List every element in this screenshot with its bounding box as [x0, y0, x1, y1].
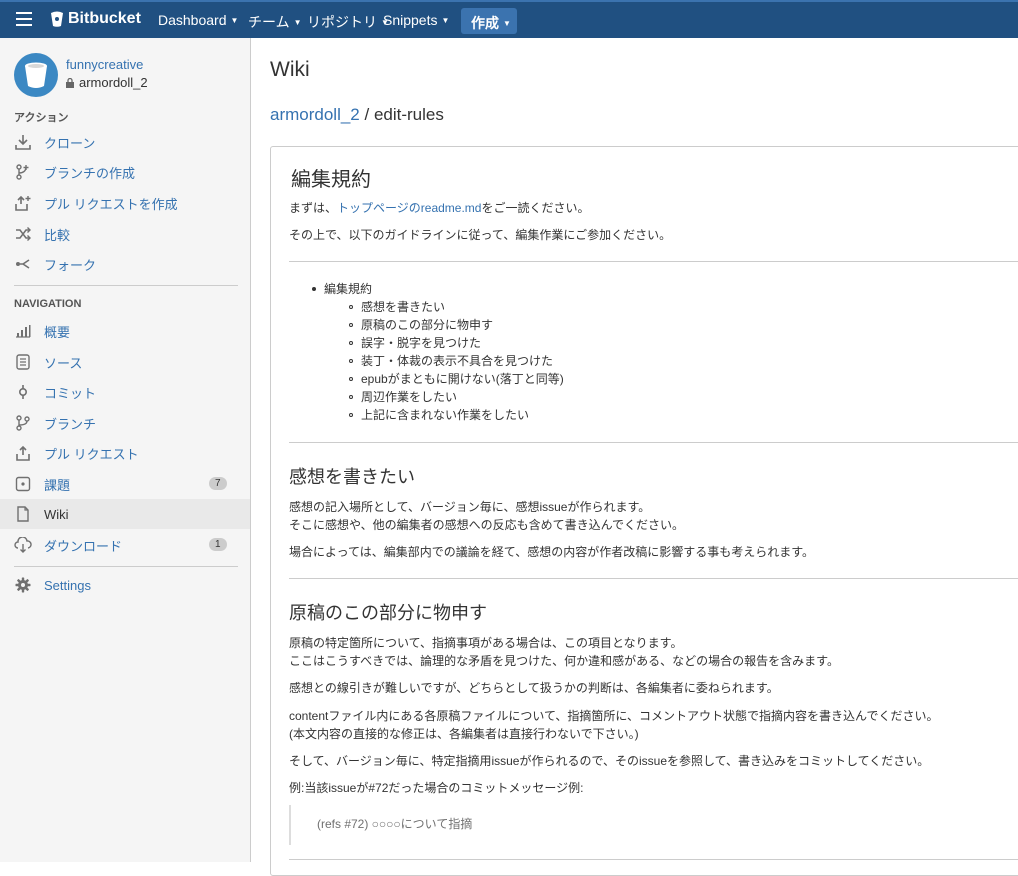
sidebar-item-settings[interactable]: Settings [0, 570, 250, 600]
doc-heading: 編集規約 [291, 169, 371, 191]
sidebar-item-clone[interactable]: クローン [0, 127, 250, 157]
section-heading-objection: 原稿のこの部分に物申す [289, 603, 487, 623]
repo-name[interactable]: armordoll_2 [66, 75, 148, 90]
bar-chart-icon [14, 322, 32, 340]
nav-team[interactable]: チーム ▼ [248, 12, 302, 32]
toc-link[interactable]: 上記に含まれない作業をしたい [361, 406, 529, 423]
sidebar-item-fork[interactable]: フォーク [0, 249, 250, 279]
issue-icon [14, 475, 32, 493]
bullet-icon [349, 323, 353, 327]
breadcrumb-page: edit-rules [373, 105, 444, 124]
nav-repository[interactable]: リポジトリ ▼ [307, 12, 389, 32]
readme-link[interactable]: トップページのreadme.md [337, 201, 481, 215]
sidebar-item-create-pull-request[interactable]: プル リクエストを作成 [0, 188, 250, 218]
section-paragraph: 場合によっては、編集部内での議論を経て、感想の内容が作者改稿に影響する事も考えら… [289, 545, 815, 559]
section-paragraph: contentファイル内にある各原稿ファイルについて、指摘箇所に、コメントアウト… [289, 709, 939, 723]
bullet-icon [349, 341, 353, 345]
issues-count-badge: 7 [209, 477, 227, 490]
section-heading-impressions: 感想を書きたい [289, 467, 415, 487]
breadcrumb: armordoll_2 / edit-rules [270, 105, 444, 125]
wiki-page-icon [14, 505, 32, 523]
menu-icon[interactable] [16, 12, 32, 26]
bullet-icon [349, 395, 353, 399]
toc-link[interactable]: 原稿のこの部分に物申す [361, 316, 493, 333]
create-button[interactable]: 作成 ▼ [461, 8, 517, 34]
bullet-icon [349, 305, 353, 309]
sidebar-item-source[interactable]: ソース [0, 347, 250, 377]
top-navigation-bar: Bitbucket Dashboard ▼ チーム ▼ リポジトリ ▼ Snippet… [0, 0, 1018, 38]
horizontal-rule [289, 261, 1018, 262]
commit-message-example: (refs #72) ○○○○について指摘 [317, 817, 473, 831]
bullet-icon [349, 413, 353, 417]
intro-paragraph-2: その上で、以下のガイドラインに従って、編集作業にご参加ください。 [289, 228, 672, 242]
lock-icon [66, 77, 74, 88]
chevron-down-icon: ▼ [293, 18, 302, 27]
sidebar: funnycreative armordoll_2 アクション クローン ブラン… [0, 38, 251, 862]
downloads-count-badge: 1 [209, 538, 227, 551]
fork-icon [14, 255, 32, 273]
sidebar-item-wiki[interactable]: Wiki [0, 499, 250, 529]
sidebar-item-overview[interactable]: 概要 [0, 316, 250, 346]
bitbucket-logo[interactable]: Bitbucket [50, 10, 141, 28]
toc-link[interactable]: epubがまともに開けない(落丁と同等) [361, 370, 564, 387]
toc-link[interactable]: 周辺作業をしたい [361, 388, 457, 405]
sidebar-item-compare[interactable]: 比較 [0, 219, 250, 249]
pull-request-icon [14, 444, 32, 462]
toc-link[interactable]: 装丁・体裁の表示不具合を見つけた [361, 352, 553, 369]
nav-snippets[interactable]: Snippets ▼ [383, 12, 449, 28]
pull-request-create-icon [14, 194, 32, 212]
logo-text: Bitbucket [68, 10, 141, 27]
bullet-icon [349, 359, 353, 363]
section-paragraph: 感想との線引きが難しいですが、どちらとして扱うかの判断は、各編集者に委ねられます… [289, 681, 779, 695]
section-paragraph: ここはこうすべきでは、論理的な矛盾を見つけた、何か違和感がある、などの場合の報告… [289, 654, 839, 668]
chevron-down-icon: ▼ [441, 16, 450, 25]
chevron-down-icon: ▼ [503, 19, 511, 28]
source-icon [14, 353, 32, 371]
bucket-avatar-icon [25, 62, 47, 88]
commit-icon [14, 383, 32, 401]
repo-avatar[interactable] [14, 53, 58, 97]
branch-create-icon [14, 163, 32, 181]
section-paragraph: 原稿の特定箇所について、指摘事項がある場合は、この項目となります。 [289, 636, 683, 650]
branch-icon [14, 414, 32, 432]
gear-icon [14, 576, 32, 594]
page-title: Wiki [270, 58, 310, 81]
actions-heading: アクション [14, 112, 69, 124]
sidebar-item-downloads[interactable]: ダウンロード 1 [0, 530, 250, 560]
horizontal-rule [289, 859, 1018, 860]
sidebar-item-create-branch[interactable]: ブランチの作成 [0, 157, 250, 187]
sidebar-item-branches[interactable]: ブランチ [0, 408, 250, 438]
bullet-icon [312, 287, 316, 291]
sidebar-item-pull-requests[interactable]: プル リクエスト [0, 438, 250, 468]
blockquote-bar [289, 805, 299, 845]
bitbucket-bucket-icon [51, 11, 63, 27]
wiki-content: 編集規約 まずは、トップページのreadme.mdをご一読ください。 その上で、… [270, 146, 1018, 876]
section-paragraph: 感想の記入場所として、バージョン毎に、感想issueが作られます。 [289, 500, 651, 514]
sidebar-divider [14, 566, 238, 567]
section-paragraph: そして、バージョン毎に、特定指摘用issueが作られるので、そのissueを参照… [289, 754, 930, 768]
toc-link[interactable]: 感想を書きたい [361, 298, 445, 315]
chevron-down-icon: ▼ [230, 16, 239, 25]
horizontal-rule [289, 578, 1018, 579]
section-paragraph: そこに感想や、他の編集者の感想への反応も含めて書き込んでください。 [289, 518, 685, 532]
sidebar-divider [14, 285, 238, 286]
nav-dashboard[interactable]: Dashboard ▼ [158, 12, 238, 28]
breadcrumb-separator: / [359, 105, 374, 124]
section-paragraph: (本文内容の直接的な修正は、各編集者は直接行わないで下さい。) [289, 727, 639, 741]
breadcrumb-repo-link[interactable]: armordoll_2 [270, 105, 360, 124]
sidebar-item-issues[interactable]: 課題 7 [0, 469, 250, 499]
intro-paragraph-1: まずは、トップページのreadme.mdをご一読ください。 [289, 201, 590, 215]
navigation-heading: NAVIGATION [14, 298, 82, 310]
cloud-download-icon [14, 536, 32, 554]
toc-link[interactable]: 誤字・脱字を見つけた [361, 334, 481, 351]
download-icon [14, 133, 32, 151]
section-paragraph: 例:当該issueが#72だった場合のコミットメッセージ例: [289, 781, 584, 795]
bullet-icon [349, 377, 353, 381]
toc-link-edit-rules[interactable]: 編集規約 [324, 280, 372, 297]
compare-icon [14, 225, 32, 243]
sidebar-item-commits[interactable]: コミット [0, 377, 250, 407]
horizontal-rule [289, 442, 1018, 443]
repo-owner-link[interactable]: funnycreative [66, 57, 143, 72]
